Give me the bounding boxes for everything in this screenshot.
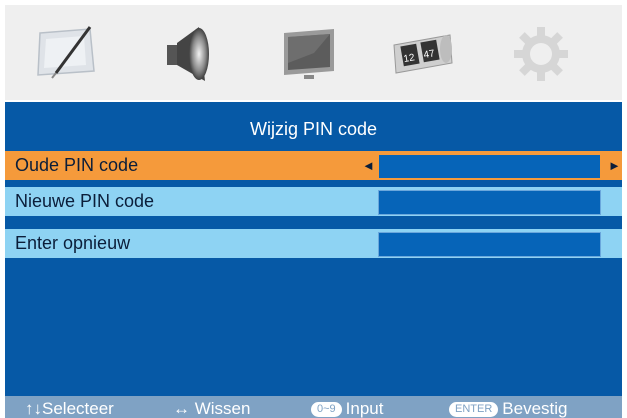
confirm-pin-field[interactable] <box>378 232 601 257</box>
menu-tab-strip: 12 47 <box>5 5 622 100</box>
hint-select: ↑↓Selecteer <box>25 396 114 418</box>
hint-input-label: Input <box>345 399 384 418</box>
menu-row-new-pin[interactable]: Nieuwe PIN code <box>5 187 622 216</box>
old-pin-field[interactable] <box>378 154 601 179</box>
sound-icon[interactable] <box>153 23 223 85</box>
hint-clear: ↔ Wissen <box>173 396 250 418</box>
digit-key-badge: 0~9 <box>311 402 342 417</box>
hint-input: 0~9 Input <box>311 396 383 418</box>
new-pin-field[interactable] <box>378 190 601 215</box>
screen-icon[interactable] <box>274 23 344 85</box>
confirm-pin-label: Enter opnieuw <box>15 233 131 253</box>
hint-select-label: Selecteer <box>42 399 114 418</box>
enter-key-badge: ENTER <box>449 402 499 417</box>
time-icon[interactable]: 12 47 <box>388 23 458 85</box>
osd-menu: 12 47 Wijzig PIN code Oude PIN code ◄ ► … <box>5 5 622 418</box>
left-right-arrows-icon: ↔ <box>173 399 190 418</box>
old-pin-label: Oude PIN code <box>15 155 139 175</box>
hint-confirm-label: Bevestig <box>502 399 568 418</box>
hint-confirm: ENTER Bevestig <box>449 396 567 418</box>
menu-row-old-pin[interactable]: Oude PIN code ◄ ► <box>5 151 622 180</box>
arrow-right-icon[interactable]: ► <box>608 151 621 180</box>
arrow-left-icon[interactable]: ◄ <box>362 151 375 180</box>
picture-icon[interactable] <box>32 23 102 85</box>
new-pin-label: Nieuwe PIN code <box>15 191 155 211</box>
menu-title: Wijzig PIN code <box>249 119 378 139</box>
setup-gear-icon[interactable] <box>506 23 576 85</box>
menu-row-confirm-pin[interactable]: Enter opnieuw <box>5 229 622 258</box>
hint-clear-label: Wissen <box>194 399 251 418</box>
up-down-arrows-icon: ↑↓ <box>25 399 42 418</box>
hint-bar: ↑↓Selecteer ↔ Wissen 0~9 Input ENTER Beves… <box>5 396 622 418</box>
pin-change-panel: Wijzig PIN code Oude PIN code ◄ ► Nieuwe… <box>5 102 622 396</box>
